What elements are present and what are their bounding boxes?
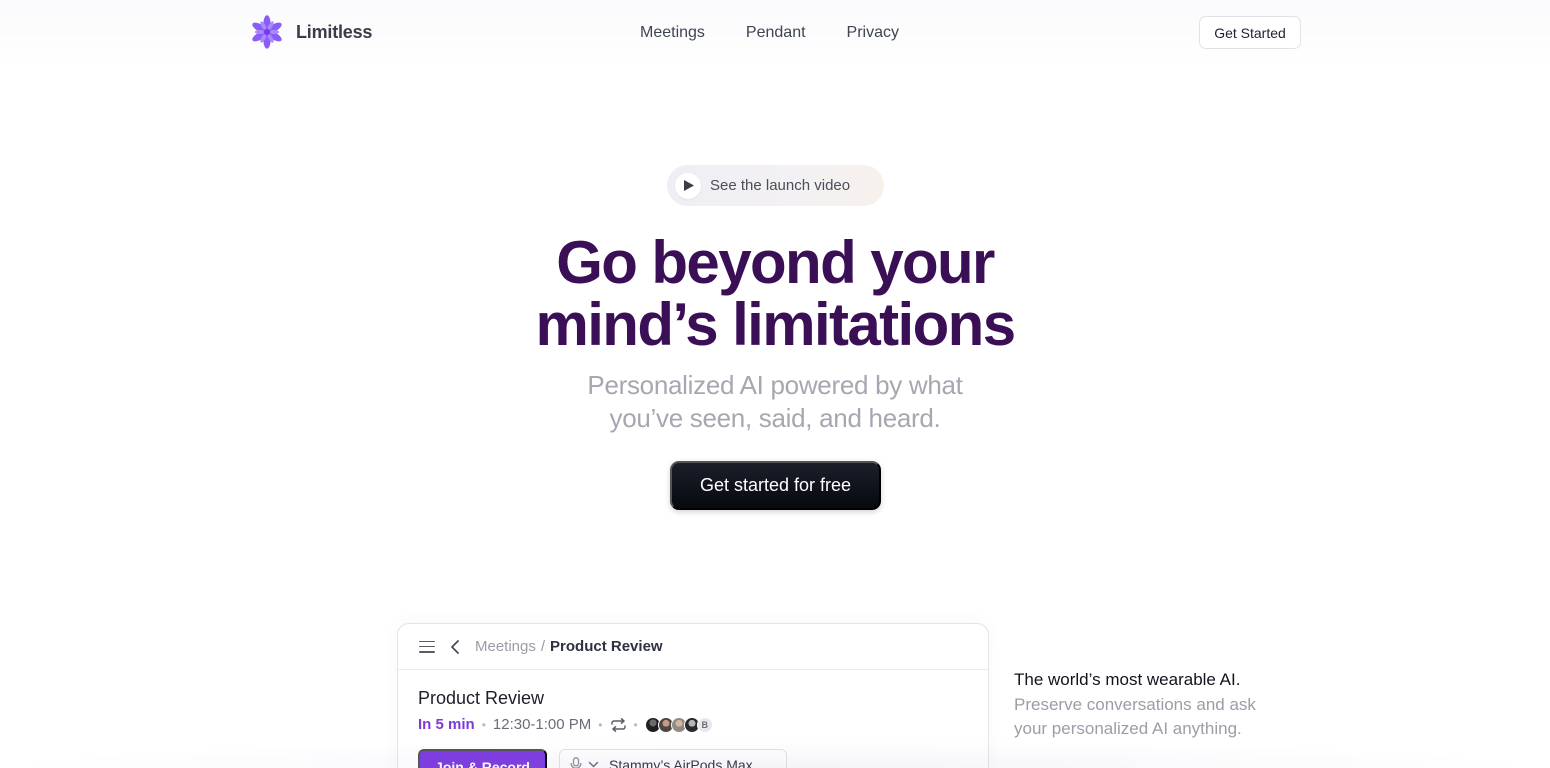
brand-name: Limitless (296, 21, 373, 42)
breadcrumb-separator: / (540, 638, 546, 655)
get-started-button[interactable]: Get Started (1199, 16, 1301, 49)
chevron-left-icon[interactable] (449, 639, 461, 654)
join-and-record-button[interactable]: Join & Record (418, 749, 547, 768)
launch-video-button[interactable]: See the launch video (667, 165, 884, 206)
page: Limitless Meetings Pendant Privacy Get S… (0, 0, 1550, 768)
audio-device-select[interactable]: Stammy’s AirPods Max (559, 749, 787, 768)
hero-headline-line-2: mind’s limitations (535, 291, 1016, 358)
meeting-title: Product Review (418, 688, 545, 708)
feature-copy: The world’s most wearable AI. Preserve c… (1014, 668, 1304, 742)
primary-nav: Meetings Pendant Privacy (640, 22, 899, 44)
microphone-icon (570, 757, 582, 768)
breadcrumb-current: Product Review (550, 638, 663, 655)
hero-subheadline-line-2: you’ve seen, said, and heard. (609, 403, 941, 433)
meeting-time: 12:30-1:00 PM (492, 716, 592, 733)
nav-link-privacy[interactable]: Privacy (847, 22, 899, 44)
breadcrumb: Meetings / Product Review (475, 638, 663, 655)
play-button-circle (675, 172, 701, 199)
feature-copy-title: The world’s most wearable AI. (1014, 670, 1241, 689)
hero-subheadline: Personalized AI powered by what you’ve s… (0, 369, 1550, 435)
launch-video-label: See the launch video (710, 177, 851, 194)
nav-link-pendant[interactable]: Pendant (746, 22, 806, 44)
meeting-meta: In 5 min • 12:30-1:00 PM • • B (418, 716, 713, 733)
hero-headline: Go beyond your mind’s limitations (0, 232, 1550, 356)
brand-home-link[interactable]: Limitless (250, 15, 372, 49)
top-nav: Limitless Meetings Pendant Privacy Get S… (0, 0, 1550, 66)
meta-separator: • (481, 717, 486, 732)
flower-logo-icon (252, 15, 282, 49)
avatar-more: B (696, 716, 713, 733)
audio-device-label: Stammy’s AirPods Max (609, 757, 753, 768)
breadcrumb-meetings-link[interactable]: Meetings (475, 638, 536, 655)
feature-copy-line-1: Preserve conversations and ask (1014, 694, 1256, 714)
hamburger-menu-icon[interactable] (419, 640, 435, 653)
meta-separator: • (633, 717, 638, 732)
get-started-free-button[interactable]: Get started for free (670, 461, 881, 510)
repeat-icon (610, 717, 626, 732)
app-preview-card: Meetings / Product Review Product Review… (397, 623, 989, 768)
meeting-starts-in: In 5 min (418, 716, 475, 733)
app-preview-header: Meetings / Product Review (398, 624, 988, 670)
play-icon (684, 180, 694, 191)
hero-headline-line-1: Go beyond your (556, 229, 995, 296)
chevron-down-icon (588, 761, 599, 768)
hero-subheadline-line-1: Personalized AI powered by what (587, 370, 963, 400)
feature-copy-line-2: your personalized AI anything. (1014, 719, 1242, 738)
meta-separator: • (598, 717, 603, 732)
nav-link-meetings[interactable]: Meetings (640, 22, 705, 44)
attendee-avatars[interactable]: B (644, 716, 713, 733)
